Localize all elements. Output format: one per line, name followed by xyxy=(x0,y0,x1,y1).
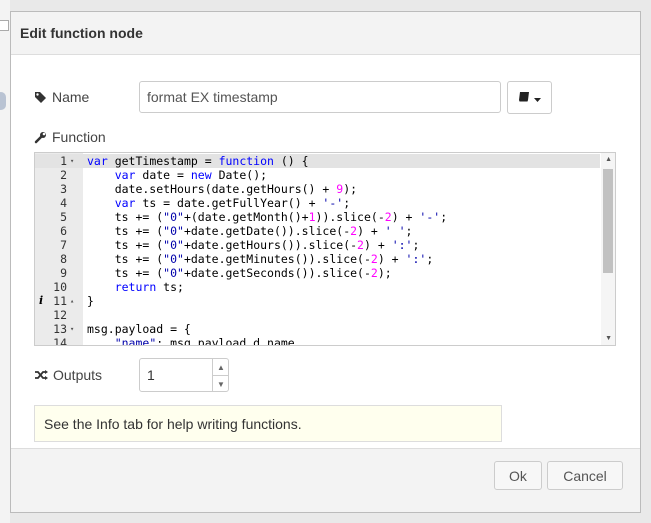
code-line[interactable]: 1 ▾ var getTimestamp = function () { xyxy=(35,154,600,168)
line-number: 4 xyxy=(60,196,67,210)
editor-scrollbar[interactable]: ▲ ▼ xyxy=(601,153,615,345)
name-input[interactable] xyxy=(139,81,501,113)
code-line[interactable]: i 11 ▴} xyxy=(35,294,600,308)
code-text: var date = new Date(); xyxy=(114,168,268,182)
line-number: 12 xyxy=(53,308,67,322)
line-number: 5 xyxy=(60,210,67,224)
line-number: 9 xyxy=(60,266,67,280)
help-tip: See the Info tab for help writing functi… xyxy=(34,405,502,442)
code-line[interactable]: 7 ts += ("0"+date.getHours()).slice(-2) … xyxy=(35,238,600,252)
shuffle-icon xyxy=(34,369,48,381)
code-line[interactable]: 14 "name": msg.payload.d.name, xyxy=(35,336,600,346)
ok-button[interactable]: Ok xyxy=(494,461,542,490)
name-label: Name xyxy=(34,89,89,105)
code-line[interactable]: 12 xyxy=(35,308,600,322)
code-line[interactable]: 4 var ts = date.getFullYear() + '-'; xyxy=(35,196,600,210)
wrench-icon xyxy=(34,131,47,144)
code-line[interactable]: 8 ts += ("0"+date.getMinutes()).slice(-2… xyxy=(35,252,600,266)
caret-down-icon xyxy=(534,89,541,107)
code-line[interactable]: 13 ▾ msg.payload = { xyxy=(35,322,600,336)
workspace-background xyxy=(0,0,10,523)
code-text: msg.payload = { xyxy=(87,322,191,336)
outputs-spinner: ▲ ▼ xyxy=(212,359,229,391)
fold-toggle-icon[interactable]: ▾ xyxy=(70,154,74,168)
line-number: 8 xyxy=(60,252,67,266)
edit-function-dialog: Edit function node Name Function 1▾var g… xyxy=(10,11,641,513)
code-text: date.setHours(date.getHours() + 9); xyxy=(87,182,358,196)
code-line[interactable]: 5 ts += ("0"+(date.getMonth()+1)).slice(… xyxy=(35,210,600,224)
scroll-up-icon[interactable]: ▲ xyxy=(605,156,612,163)
code-text: ts += ("0"+date.getDate()).slice(-2) + '… xyxy=(87,224,413,238)
outputs-label: Outputs xyxy=(34,367,102,383)
editor-scrollbar-thumb[interactable] xyxy=(603,169,613,273)
line-number: 7 xyxy=(60,238,67,252)
outputs-label-text: Outputs xyxy=(53,367,103,383)
line-number: 10 xyxy=(53,280,67,294)
workspace-node-port xyxy=(0,92,6,110)
name-label-text: Name xyxy=(52,89,90,105)
spin-down-icon[interactable]: ▼ xyxy=(213,376,229,392)
dialog-footer: Ok Cancel xyxy=(11,448,640,512)
code-line[interactable]: 6 ts += ("0"+date.getDate()).slice(-2) +… xyxy=(35,224,600,238)
code-line[interactable]: 3 date.setHours(date.getHours() + 9); xyxy=(35,182,600,196)
line-number: 2 xyxy=(60,168,67,182)
function-label-text: Function xyxy=(52,129,106,145)
code-text: var ts = date.getFullYear() + '-'; xyxy=(114,196,351,210)
function-label: Function xyxy=(34,129,106,145)
code-line[interactable]: 9 ts += ("0"+date.getSeconds()).slice(-2… xyxy=(35,266,600,280)
code-text: return ts; xyxy=(114,280,184,294)
code-line[interactable]: 2 var date = new Date(); xyxy=(35,168,600,182)
code-text: ts += ("0"+(date.getMonth()+1)).slice(-2… xyxy=(87,210,448,224)
line-number: 1 xyxy=(60,154,67,168)
code-line[interactable]: 10 return ts; xyxy=(35,280,600,294)
dialog-title: Edit function node xyxy=(20,25,143,41)
line-number: 6 xyxy=(60,224,67,238)
library-button[interactable] xyxy=(507,81,552,114)
cancel-button[interactable]: Cancel xyxy=(547,461,623,490)
scroll-down-icon[interactable]: ▼ xyxy=(605,335,612,342)
code-text: var getTimestamp = function () { xyxy=(87,154,309,168)
code-text: ts += ("0"+date.getHours()).slice(-2) + … xyxy=(87,238,420,252)
tag-icon xyxy=(34,91,47,104)
spin-up-icon[interactable]: ▲ xyxy=(213,359,229,376)
line-number: 3 xyxy=(60,182,67,196)
code-text: ts += ("0"+date.getSeconds()).slice(-2); xyxy=(87,266,392,280)
line-number: 14 xyxy=(53,336,67,346)
book-icon xyxy=(518,89,530,107)
code-text: ts += ("0"+date.getMinutes()).slice(-2) … xyxy=(87,252,434,266)
line-number: 13 xyxy=(53,322,67,336)
line-number: 11 xyxy=(53,294,67,308)
fold-toggle-icon[interactable]: ▾ xyxy=(70,322,74,336)
workspace-node-icon xyxy=(0,20,9,31)
dialog-titlebar: Edit function node xyxy=(11,12,640,55)
code-text: } xyxy=(87,294,94,308)
code-editor[interactable]: 1 ▾ var getTimestamp = function () {2 var … xyxy=(34,152,616,346)
fold-toggle-icon[interactable]: ▴ xyxy=(70,294,74,308)
code-text: "name": msg.payload.d.name, xyxy=(114,336,302,346)
